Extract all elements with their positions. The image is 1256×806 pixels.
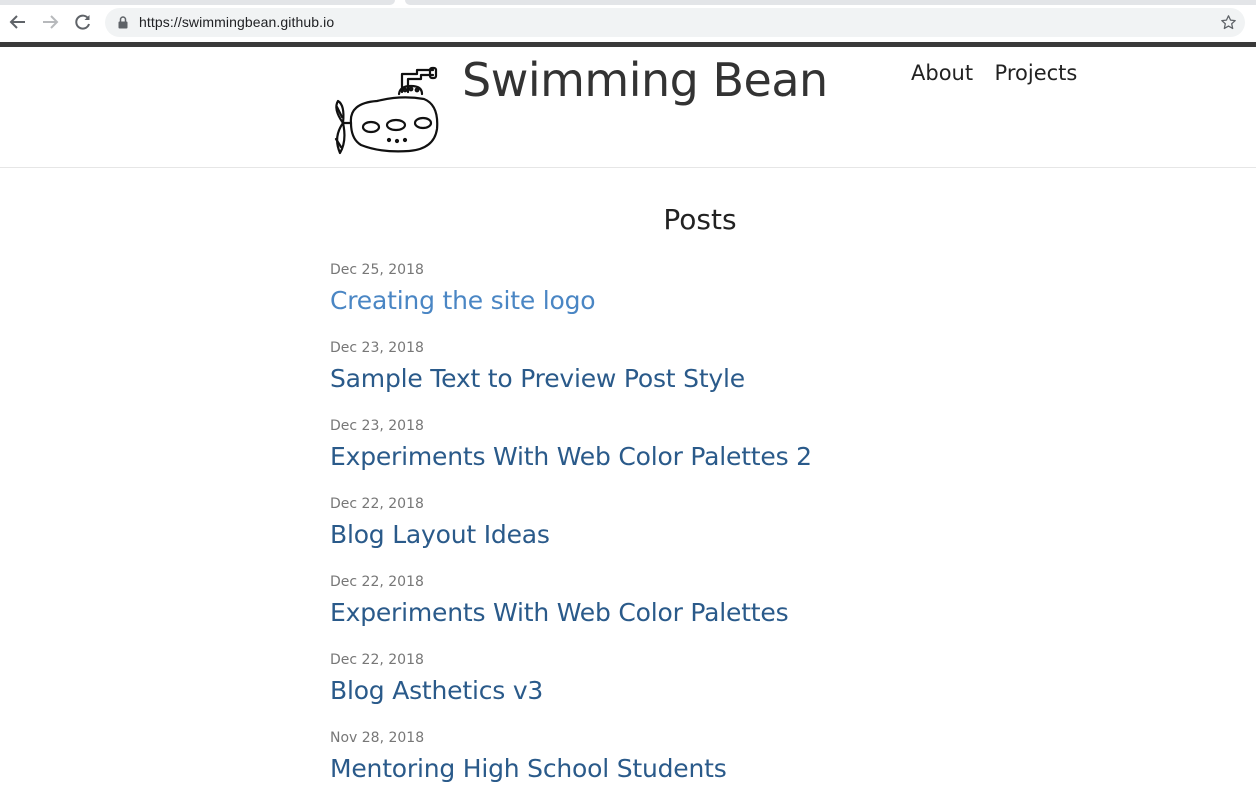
post-date: Dec 22, 2018 — [330, 574, 424, 590]
site-title[interactable]: Swimming Bean — [462, 52, 828, 108]
lock-icon — [118, 16, 128, 29]
tab-left-edge[interactable] — [0, 0, 395, 5]
post-link[interactable]: Experiments With Web Color Palettes 2 — [330, 437, 812, 477]
site-header: Swimming Bean About Projects — [0, 47, 1256, 168]
post-item: Dec 23, 2018 Experiments With Web Color … — [330, 416, 812, 494]
arrow-right-icon — [43, 15, 59, 29]
nav-link-projects[interactable]: Projects — [995, 61, 1078, 85]
post-date: Dec 22, 2018 — [330, 496, 424, 512]
browser-chrome: https://swimmingbean.github.io — [0, 0, 1256, 42]
post-link[interactable]: Blog Asthetics v3 — [330, 671, 812, 711]
nav-link-about[interactable]: About — [911, 61, 973, 85]
site-logo-link[interactable] — [329, 57, 444, 162]
reload-icon — [75, 14, 90, 30]
post-date: Nov 28, 2018 — [330, 730, 425, 746]
post-item: Dec 22, 2018 Blog Layout Ideas — [330, 494, 812, 572]
address-bar[interactable]: https://swimmingbean.github.io — [105, 8, 1245, 37]
post-link[interactable]: Creating the site logo — [330, 281, 812, 321]
bookmark-star-icon[interactable] — [1220, 14, 1237, 31]
post-date: Dec 25, 2018 — [330, 262, 424, 278]
post-link[interactable]: Sample Text to Preview Post Style — [330, 359, 812, 399]
post-item: Nov 28, 2018 Mentoring High School Stude… — [330, 728, 812, 806]
back-button[interactable] — [6, 10, 30, 34]
arrow-left-icon — [9, 15, 25, 29]
tab-strip — [0, 0, 1256, 5]
post-date: Dec 22, 2018 — [330, 652, 424, 668]
posts-heading: Posts — [663, 203, 737, 236]
post-item: Dec 22, 2018 Experiments With Web Color … — [330, 572, 812, 650]
url-text[interactable]: https://swimmingbean.github.io — [139, 14, 334, 30]
post-list: Dec 25, 2018 Creating the site logo Dec … — [330, 260, 812, 806]
reload-button[interactable] — [71, 10, 95, 34]
post-link[interactable]: Experiments With Web Color Palettes — [330, 593, 812, 633]
forward-button[interactable] — [38, 10, 62, 34]
post-item: Dec 22, 2018 Blog Asthetics v3 — [330, 650, 812, 728]
site-nav: About Projects — [911, 61, 1094, 85]
post-item: Dec 25, 2018 Creating the site logo — [330, 260, 812, 338]
post-link[interactable]: Mentoring High School Students — [330, 749, 812, 789]
tab-right-edge[interactable] — [405, 0, 1256, 5]
post-date: Dec 23, 2018 — [330, 340, 424, 356]
submarine-logo-icon — [334, 66, 439, 155]
post-date: Dec 23, 2018 — [330, 418, 424, 434]
post-link[interactable]: Blog Layout Ideas — [330, 515, 812, 555]
post-item: Dec 23, 2018 Sample Text to Preview Post… — [330, 338, 812, 416]
